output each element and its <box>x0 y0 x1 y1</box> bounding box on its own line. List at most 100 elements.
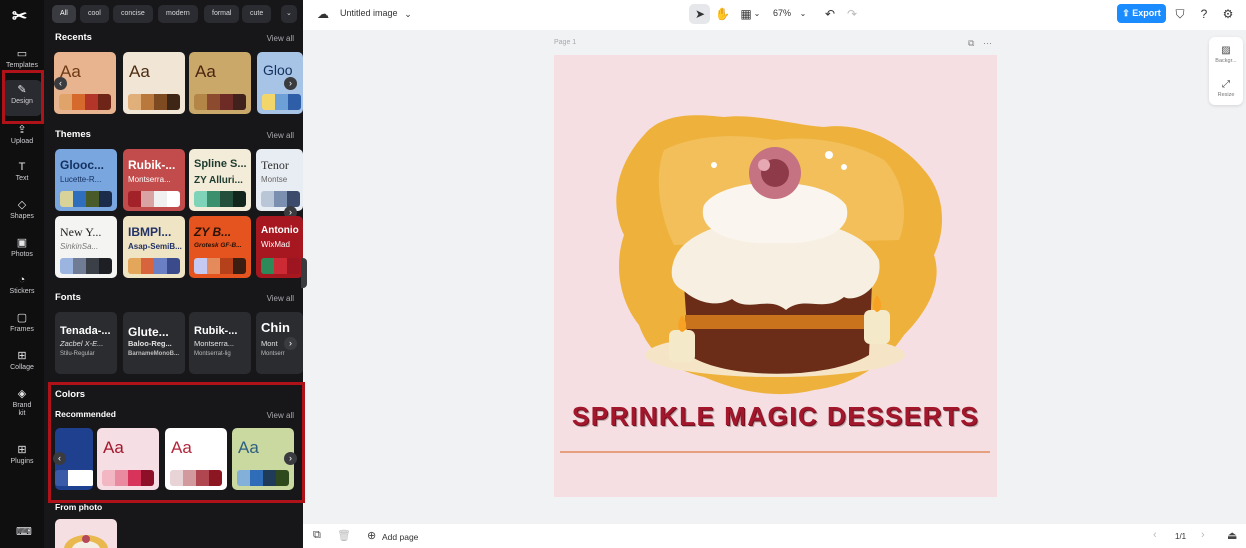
fonts-view-all[interactable]: View all <box>267 294 294 303</box>
upload-icon: ⇪ <box>17 124 27 136</box>
palette-swatches <box>128 191 180 207</box>
export-button[interactable]: ⇪ Export <box>1117 4 1166 23</box>
card-aa: Aa <box>195 62 216 81</box>
zoom-level[interactable]: 67% <box>773 8 791 18</box>
chevron-left-icon: ‹ <box>59 78 62 88</box>
more-icon[interactable]: ⋯ <box>983 38 992 48</box>
theme-heading-font: New Y... <box>60 225 102 239</box>
rail-item-photos[interactable]: ▣ Photos <box>2 233 42 269</box>
background-tool[interactable]: ▨ Backgr... <box>1209 45 1243 64</box>
fonts-next-button[interactable]: › <box>284 337 297 350</box>
rail-item-brand-kit[interactable]: ◈ Brand kit <box>2 384 42 424</box>
cloud-icon[interactable]: ☁ <box>315 6 331 22</box>
undo-icon[interactable]: ↶ <box>823 6 837 22</box>
cake-thumbnail-image <box>64 535 108 548</box>
chevron-down-icon[interactable]: ⌄ <box>753 6 761 22</box>
hand-icon[interactable]: ✋ <box>715 6 730 22</box>
rail-item-text[interactable]: T Text <box>2 157 42 193</box>
shield-icon[interactable]: ⛉ <box>1173 6 1187 22</box>
theme-card[interactable]: ZY B... Grotesk GF-B... <box>189 216 251 278</box>
help-icon[interactable]: ? <box>1197 6 1211 22</box>
palette-swatches <box>128 258 180 274</box>
redo-icon[interactable]: ↷ <box>845 6 859 22</box>
layers-icon[interactable]: ⧉ <box>313 529 321 542</box>
recents-next-button[interactable]: › <box>284 77 297 90</box>
chip-all[interactable]: All <box>52 5 76 23</box>
font-card[interactable]: Tenada-... Zacbel X-E... Stilu-Regular <box>55 312 117 374</box>
font-heading: Tenada-... <box>60 325 111 337</box>
file-name[interactable]: Untitled image <box>340 8 398 18</box>
rail-item-plugins[interactable]: ⊞ Plugins <box>2 440 42 476</box>
card-aa: Aa <box>129 62 150 81</box>
duplicate-page-icon[interactable]: ⧉ <box>968 38 974 48</box>
pointer-icon[interactable]: ➤ <box>693 6 707 22</box>
font-card[interactable]: Rubik-... Montserra... Montserrat-lig <box>189 312 251 374</box>
theme-heading-font: IBMPl... <box>128 225 172 239</box>
theme-card[interactable]: Tenor Montse <box>256 149 303 211</box>
chevron-right-icon: › <box>289 78 292 88</box>
keyboard-shortcuts-button[interactable]: ⌨ <box>2 522 42 542</box>
chip-concise[interactable]: concise <box>113 5 153 23</box>
divider-line[interactable] <box>560 451 990 453</box>
palette-swatches <box>59 94 111 110</box>
themes-view-all[interactable]: View all <box>267 131 294 140</box>
trash-icon[interactable]: 🗑 <box>337 529 351 542</box>
recents-prev-button[interactable]: ‹ <box>54 77 67 90</box>
colors-highlight-box <box>48 382 305 503</box>
panel-collapse-handle[interactable] <box>301 258 307 288</box>
font-subheading: Mont <box>261 339 278 348</box>
resize-tool[interactable]: ⤢ Resize <box>1209 79 1243 98</box>
font-subheading: Zacbel X-E... <box>60 339 104 348</box>
palette-swatches <box>60 191 112 207</box>
rail-item-stickers[interactable]: ◔ Stickers <box>2 270 42 306</box>
layout-icon[interactable]: ▦ <box>739 6 753 22</box>
prev-page-icon[interactable]: ‹ <box>1153 529 1157 541</box>
rail-item-shapes[interactable]: ◇ Shapes <box>2 195 42 231</box>
brand-kit-icon: ◈ <box>17 388 27 400</box>
palette-swatches <box>194 191 246 207</box>
resize-icon: ⤢ <box>1222 79 1230 90</box>
artboard[interactable]: SPRINKLE MAGIC DESSERTS <box>554 55 997 497</box>
rail-item-frames[interactable]: ▢ Frames <box>2 308 42 344</box>
font-card[interactable]: Glute... Baloo-Reg... BarnameMonoB... <box>123 312 185 374</box>
rail-item-collage[interactable]: ⊞ Collage <box>2 346 42 382</box>
add-page-icon[interactable]: ⊕ <box>367 529 376 542</box>
recent-card[interactable]: Aa <box>123 52 185 114</box>
recents-view-all[interactable]: View all <box>267 34 294 43</box>
theme-card[interactable]: Antonio WixMad <box>256 216 303 278</box>
theme-card[interactable]: Spline S... ZY Alluri... <box>189 149 251 211</box>
pages-panel-icon[interactable]: ⏏ <box>1227 529 1237 542</box>
recent-card[interactable]: Aa <box>189 52 251 114</box>
rail-item-upload[interactable]: ⇪ Upload <box>2 120 42 156</box>
chips-more-button[interactable]: ⌄ <box>281 5 297 23</box>
export-label: Export <box>1132 8 1161 18</box>
theme-heading-font: Glooc... <box>60 158 105 172</box>
palette-swatches <box>262 94 301 110</box>
theme-card[interactable]: IBMPl... Asap-SemiB... <box>123 216 185 278</box>
right-toolbar: ▨ Backgr... ⤢ Resize <box>1209 37 1243 105</box>
templates-icon: ▭ <box>16 48 28 60</box>
keyboard-icon: ⌨ <box>16 526 32 538</box>
from-photo-thumbnail[interactable] <box>55 519 117 548</box>
theme-body-font: Asap-SemiB... <box>128 242 182 251</box>
theme-card[interactable]: Glooc... Lucette-R... <box>55 149 117 211</box>
rail-label: Shapes <box>10 213 34 220</box>
font-body: Montserr <box>261 351 285 357</box>
chip-cool[interactable]: cool <box>80 5 109 23</box>
chip-modern[interactable]: modern <box>158 5 198 23</box>
photos-icon: ▣ <box>16 237 28 249</box>
theme-card[interactable]: New Y... SinkinSa... <box>55 216 117 278</box>
chip-formal[interactable]: formal <box>204 5 240 23</box>
theme-card[interactable]: Rubik-... Montserra... <box>123 149 185 211</box>
chip-cute[interactable]: cute <box>242 5 272 23</box>
chevron-down-icon[interactable]: ⌄ <box>403 6 413 22</box>
gear-icon[interactable]: ⚙ <box>1221 6 1235 22</box>
rail-label: Brand kit <box>12 402 32 417</box>
chevron-down-icon[interactable]: ⌄ <box>799 6 807 22</box>
headline-text[interactable]: SPRINKLE MAGIC DESSERTS <box>554 401 997 432</box>
export-icon: ⇪ <box>1122 8 1130 18</box>
theme-heading-font: Tenor <box>261 158 289 172</box>
add-page-button[interactable]: Add page <box>382 532 418 542</box>
next-page-icon[interactable]: › <box>1201 529 1205 541</box>
capcut-logo-icon[interactable]: ✂ <box>12 6 27 27</box>
